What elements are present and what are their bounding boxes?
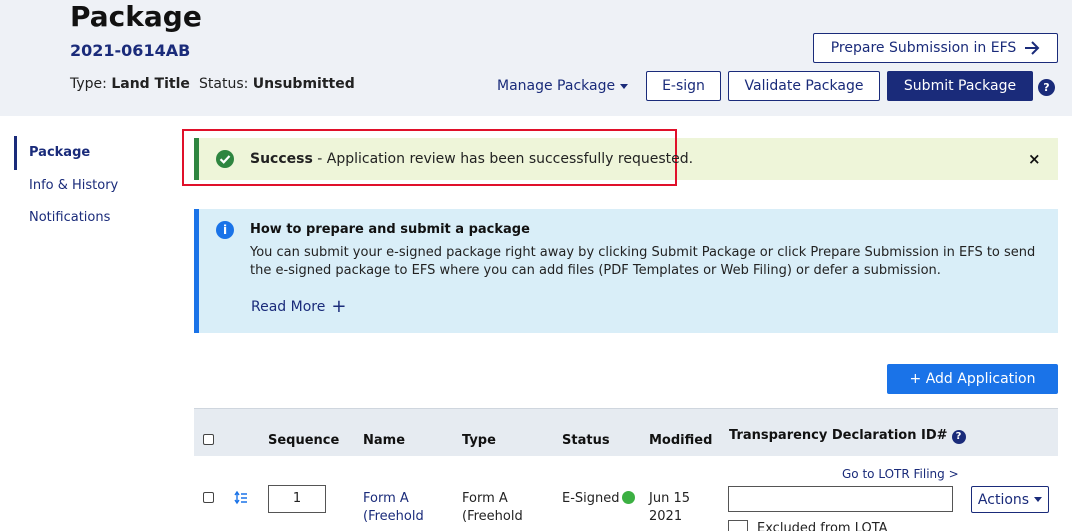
modified-line-2: 2021 — [649, 509, 683, 524]
application-modified: Jun 15 2021 — [649, 490, 690, 526]
type-line-1: Form A — [462, 491, 508, 506]
application-type: Form A (Freehold — [462, 490, 523, 526]
reorder-icon[interactable] — [234, 491, 248, 505]
success-message: Success - Application review has been su… — [250, 151, 693, 167]
validate-package-button[interactable]: Validate Package — [728, 71, 880, 101]
name-line-2: (Freehold — [363, 509, 424, 524]
sidebar-item-info-history[interactable]: Info & History — [29, 178, 118, 193]
info-heading: How to prepare and submit a package — [250, 222, 530, 237]
row-checkbox[interactable] — [203, 492, 214, 503]
lotr-filing-link[interactable]: Go to LOTR Filing > — [842, 467, 959, 481]
column-status: Status — [562, 433, 610, 448]
info-icon: i — [216, 221, 234, 239]
type-value: Land Title — [111, 76, 190, 92]
sequence-input[interactable]: 1 — [268, 485, 326, 513]
sidebar-item-package[interactable]: Package — [29, 145, 90, 160]
sidebar-active-indicator — [14, 136, 17, 170]
page-title: Package — [70, 0, 202, 33]
type-label: Type: — [70, 76, 107, 92]
help-icon[interactable]: ? — [1038, 79, 1055, 96]
application-name-link[interactable]: Form A (Freehold — [363, 490, 424, 526]
success-text: - Application review has been successful… — [312, 151, 694, 167]
select-all-checkbox[interactable] — [203, 434, 214, 445]
manage-package-dropdown[interactable]: Manage Package — [497, 78, 629, 94]
name-line-1: Form A — [363, 491, 409, 506]
package-status: Status: Unsubmitted — [199, 76, 355, 92]
column-name: Name — [363, 433, 406, 448]
column-declaration: Transparency Declaration ID#? — [729, 428, 966, 444]
package-type: Type: Land Title — [70, 76, 190, 92]
sidebar-item-notifications[interactable]: Notifications — [29, 210, 110, 225]
modified-line-1: Jun 15 — [649, 491, 690, 506]
add-application-button[interactable]: + Add Application — [887, 364, 1058, 394]
status-value: Unsubmitted — [252, 76, 355, 92]
close-icon[interactable]: × — [1028, 150, 1041, 168]
info-body: You can submit your e-signed package rig… — [250, 245, 1036, 278]
help-icon[interactable]: ? — [951, 430, 966, 444]
actions-label: Actions — [977, 491, 1030, 508]
prepare-submission-label: Prepare Submission in EFS — [830, 40, 1017, 56]
status-text: E-Signed — [562, 491, 620, 506]
prepare-submission-button[interactable]: Prepare Submission in EFS — [813, 33, 1058, 63]
read-more-link[interactable]: Read More + — [251, 296, 346, 317]
column-modified: Modified — [649, 433, 713, 448]
check-circle-icon — [216, 150, 234, 168]
success-strong: Success — [250, 151, 313, 167]
status-label: Status: — [199, 76, 249, 92]
column-sequence: Sequence — [268, 433, 340, 448]
package-id: 2021-0614AB — [70, 41, 191, 60]
caret-down-icon — [1034, 497, 1043, 502]
submit-package-button[interactable]: Submit Package — [887, 71, 1033, 101]
column-type: Type — [462, 433, 496, 448]
manage-package-label: Manage Package — [497, 78, 616, 94]
arrow-right-icon — [1025, 41, 1040, 55]
esign-button[interactable]: E-sign — [646, 71, 721, 101]
status-dot-icon — [621, 491, 635, 504]
caret-down-icon — [620, 83, 629, 89]
excluded-lota-checkbox[interactable] — [728, 520, 748, 531]
plus-icon: + — [331, 296, 347, 317]
declaration-id-input[interactable] — [728, 486, 953, 512]
declaration-label: Transparency Declaration ID# — [729, 428, 948, 443]
type-line-2: (Freehold — [462, 509, 523, 524]
actions-dropdown[interactable]: Actions — [971, 486, 1049, 513]
read-more-label: Read More — [251, 299, 326, 315]
application-status: E-Signed — [562, 490, 635, 508]
excluded-lota-label: Excluded from LOTA — [757, 521, 888, 531]
